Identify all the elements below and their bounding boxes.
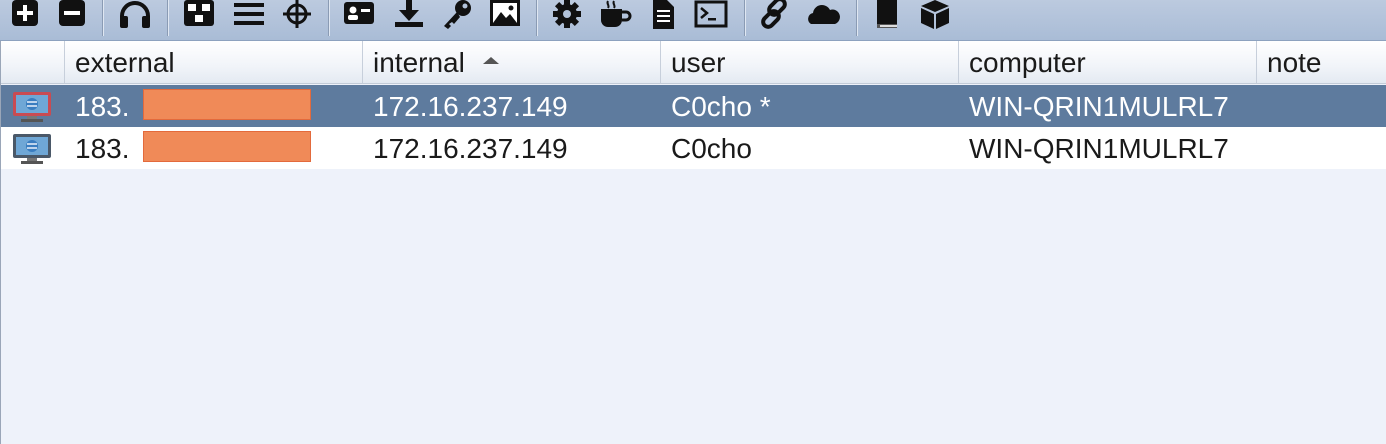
cell-note [1257,85,1386,127]
host-file-button[interactable] [758,0,792,32]
sessions-table: external internal user computer note 183… [0,41,1386,444]
windows-session-icon [13,92,51,122]
cell-user: C0cho * [671,91,771,122]
about-button[interactable] [918,0,952,32]
java-payload-button[interactable] [598,0,632,32]
package-icon [921,0,949,29]
pivot-graph-button[interactable] [182,0,216,32]
column-header-computer[interactable]: computer [959,41,1257,83]
column-header-user[interactable]: user [661,41,959,83]
column-header-internal[interactable]: internal [363,41,661,83]
link-icon [761,0,787,29]
headphones-icon [120,1,150,28]
toolbar [0,0,1386,41]
coffee-icon [601,0,632,27]
cobalt-strike-window: external internal user computer note 183… [0,0,1386,444]
disconnect-button[interactable] [55,0,89,32]
redaction-mark [143,89,311,120]
crosshair-icon [283,0,311,28]
terminal-icon [694,0,728,28]
keystrokes-button[interactable] [440,0,474,32]
cell-note [1257,127,1386,169]
redaction-mark [143,131,311,162]
toolbar-separator [744,0,746,36]
sort-ascending-icon [482,57,499,64]
table-header: external internal user computer note [1,41,1386,84]
column-header-label: computer [969,47,1086,78]
column-header-note[interactable]: note [1257,41,1386,83]
toolbar-separator [856,0,858,36]
pivot-graph-icon [184,0,214,26]
column-header-icon[interactable] [1,41,65,83]
cell-computer: WIN-QRIN1MULRL7 [969,133,1229,164]
toolbar-separator [167,0,169,36]
cell-user: C0cho [671,133,752,164]
minus-square-icon [59,0,85,26]
download-icon [395,0,423,27]
new-connection-button[interactable] [8,0,42,32]
cloud-icon [808,5,840,25]
payload-generator-button[interactable] [550,0,584,32]
document-icon [653,0,674,29]
image-icon [490,0,520,26]
screenshots-button[interactable] [488,0,522,32]
session-table-button[interactable] [232,0,266,32]
toolbar-separator [536,0,538,36]
cell-internal: 172.16.237.149 [373,91,568,122]
gear-icon [553,0,581,28]
cell-computer: WIN-QRIN1MULRL7 [969,91,1229,122]
session-list-icon [234,3,264,25]
manage-web-sites-button[interactable] [806,0,840,32]
ms-office-macro-button[interactable] [646,0,680,32]
windows-session-icon [13,134,51,164]
column-header-label: internal [373,47,465,78]
downloads-button[interactable] [392,0,426,32]
toolbar-separator [328,0,330,36]
toolbar-separator [102,0,104,36]
cell-internal: 172.16.237.149 [373,133,568,164]
targets-button[interactable] [280,0,314,32]
scripted-web-delivery-button[interactable] [694,0,728,32]
book-icon [877,0,897,28]
credentials-button[interactable] [342,0,376,32]
column-header-external[interactable]: external [65,41,363,83]
column-header-label: external [75,47,175,78]
table-row[interactable]: 183. 172.16.237.149 C0cho * WIN-QRIN1MUL… [1,85,1386,127]
column-header-label: note [1267,47,1322,78]
id-card-icon [344,2,374,24]
key-icon [444,0,471,29]
listeners-button[interactable] [118,0,152,32]
table-row[interactable]: 183. 172.16.237.149 C0cho WIN-QRIN1MULRL… [1,127,1386,169]
help-button[interactable] [870,0,904,32]
plus-square-icon [12,0,38,26]
column-header-label: user [671,47,726,78]
